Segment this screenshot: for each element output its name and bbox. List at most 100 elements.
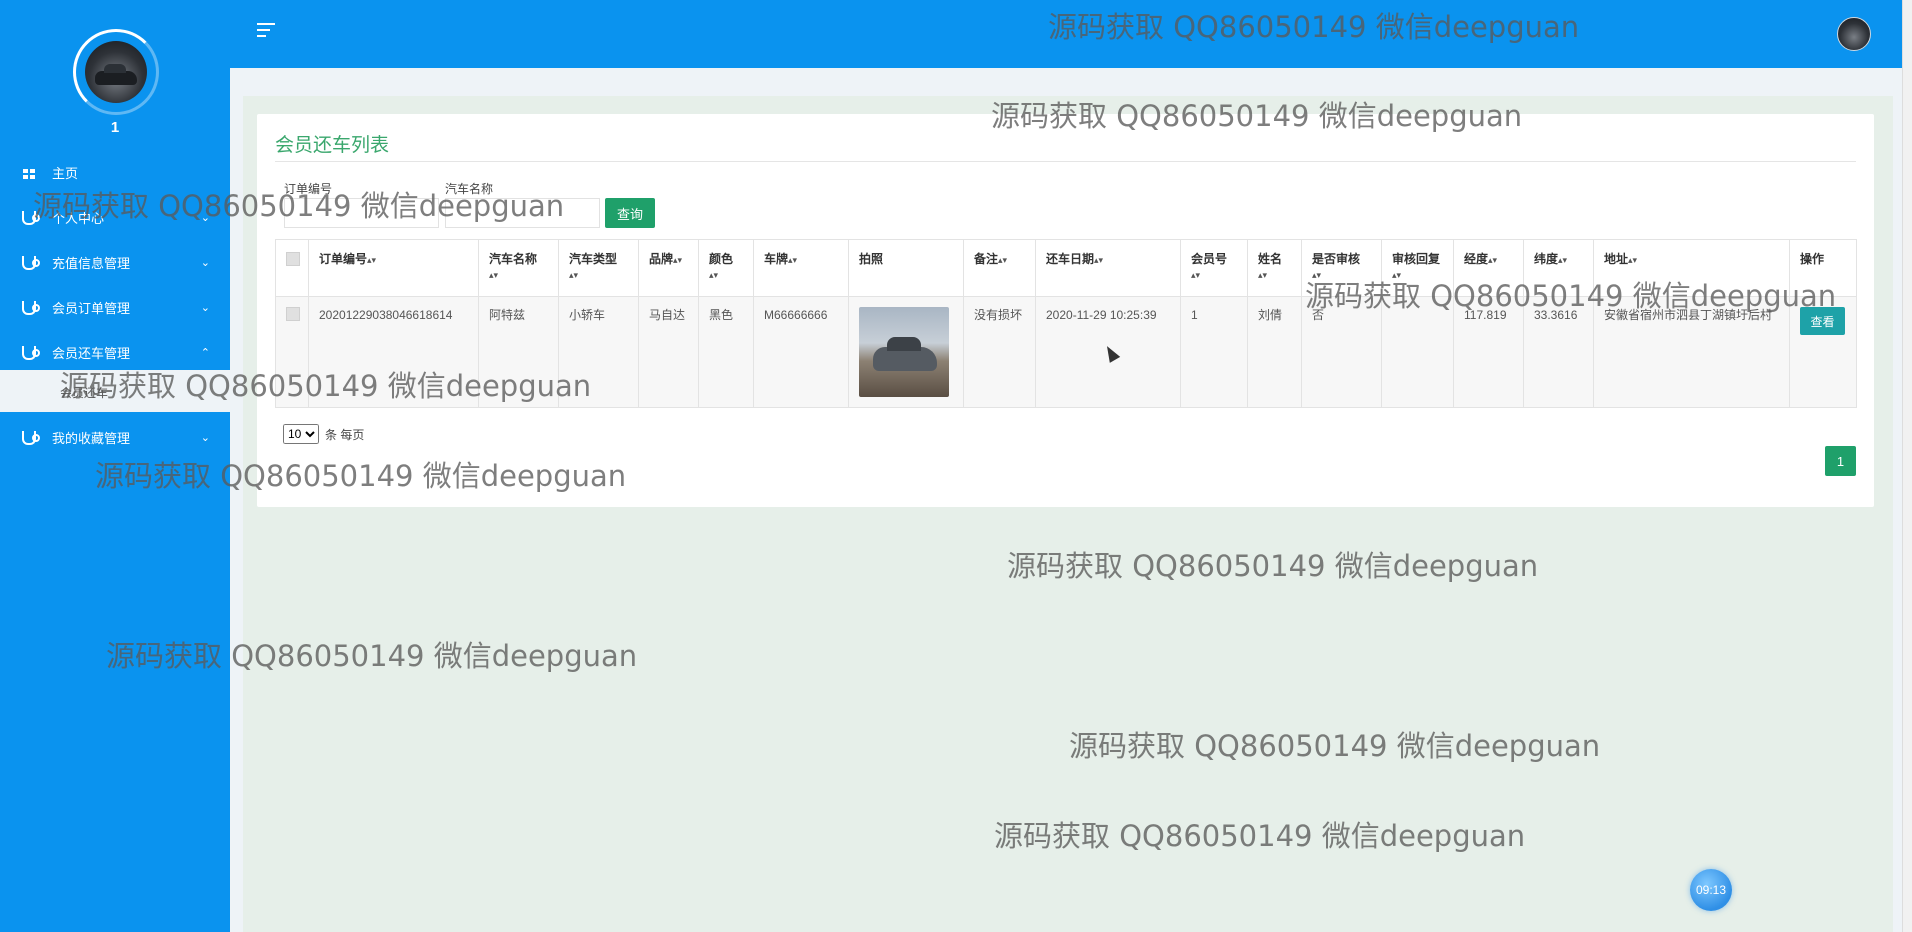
row-checkbox[interactable] xyxy=(286,307,300,321)
select-all-cell xyxy=(275,239,309,297)
car-return-table: 订单编号▴▾ 汽车名称 ▴▾ 汽车类型 ▴▾ 品牌▴▾ 颜色 ▴▾ 车牌▴▾ 拍照 备… xyxy=(275,239,1857,408)
col-header[interactable]: 汽车名称 ▴▾ xyxy=(478,239,559,297)
col-header[interactable]: 纬度▴▾ xyxy=(1523,239,1594,297)
clock-badge[interactable]: 09:13 xyxy=(1690,869,1732,911)
cell-audited: 否 xyxy=(1301,296,1382,408)
sidebar-item-label: 个人中心 xyxy=(52,211,105,226)
stethoscope-icon xyxy=(22,300,40,315)
cell-audit-reply xyxy=(1381,296,1454,408)
row-select-cell xyxy=(275,296,309,408)
cell-brand: 马自达 xyxy=(638,296,699,408)
sidebar-item-personal-center[interactable]: 个人中心 ⌄ xyxy=(0,195,230,240)
sort-icon: ▴▾ xyxy=(709,270,719,280)
chevron-down-icon: ⌄ xyxy=(200,212,210,224)
sidebar-item-car-return[interactable]: 会员还车管理 ⌃ xyxy=(0,330,230,375)
table-row: 20201229038046618614 阿特兹 小轿车 马自达 黑色 M666… xyxy=(275,296,1857,408)
cell-action: 查看 xyxy=(1789,296,1857,408)
sidebar-item-label: 我的收藏管理 xyxy=(52,431,131,446)
cell-address: 安徽省宿州市泗县丁湖镇圩后村 xyxy=(1593,296,1790,408)
cell-remark: 没有损坏 xyxy=(963,296,1036,408)
col-header[interactable]: 备注▴▾ xyxy=(963,239,1036,297)
col-header[interactable]: 汽车类型 ▴▾ xyxy=(558,239,639,297)
sidebar-subitem-car-return[interactable]: 会员还车 xyxy=(0,370,230,412)
stethoscope-icon xyxy=(22,345,40,360)
col-header[interactable]: 审核回复 ▴▾ xyxy=(1381,239,1454,297)
page-size-suffix: 条 每页 xyxy=(325,427,365,442)
sort-icon: ▴▾ xyxy=(1488,255,1498,265)
sidebar-subitem-label: 会员还车 xyxy=(60,386,109,400)
sidebar-item-orders[interactable]: 会员订单管理 ⌄ xyxy=(0,285,230,330)
stethoscope-icon xyxy=(22,255,40,270)
chevron-up-icon: ⌃ xyxy=(200,347,210,359)
user-number: 1 xyxy=(110,119,120,136)
sort-icon: ▴▾ xyxy=(367,255,377,265)
order-no-input[interactable] xyxy=(284,198,439,228)
stethoscope-icon xyxy=(22,210,40,225)
col-header[interactable]: 订单编号▴▾ xyxy=(308,239,479,297)
sort-icon: ▴▾ xyxy=(673,255,683,265)
sort-icon: ▴▾ xyxy=(1191,270,1201,280)
col-header[interactable]: 品牌▴▾ xyxy=(638,239,699,297)
sidebar-item-label: 会员订单管理 xyxy=(52,301,131,316)
cell-photo xyxy=(848,296,964,408)
col-header[interactable]: 姓名 ▴▾ xyxy=(1247,239,1302,297)
car-name-input[interactable] xyxy=(445,198,600,228)
col-header: 操作 xyxy=(1789,239,1857,297)
sort-icon: ▴▾ xyxy=(998,255,1008,265)
table-header-row: 订单编号▴▾ 汽车名称 ▴▾ 汽车类型 ▴▾ 品牌▴▾ 颜色 ▴▾ 车牌▴▾ 拍照 备… xyxy=(275,239,1857,297)
sort-icon: ▴▾ xyxy=(569,270,579,280)
avatar[interactable] xyxy=(85,41,147,103)
sort-icon: ▴▾ xyxy=(788,255,798,265)
sidebar-item-favorites[interactable]: 我的收藏管理 ⌄ xyxy=(0,415,230,460)
sidebar-item-label: 主页 xyxy=(52,166,79,181)
sidebar: 1 主页 个人中心 ⌄ 充值信息管理 ⌄ 会员订单管理 ⌄ 会员还车管理 ⌃ 会… xyxy=(0,0,230,932)
sidebar-item-home[interactable]: 主页 xyxy=(0,150,230,195)
select-all-checkbox[interactable] xyxy=(286,252,300,266)
col-header[interactable]: 是否审核 ▴▾ xyxy=(1301,239,1382,297)
col-header[interactable]: 颜色 ▴▾ xyxy=(698,239,754,297)
cell-order-no: 20201229038046618614 xyxy=(308,296,479,408)
dashboard-icon xyxy=(22,166,36,180)
col-header[interactable]: 还车日期▴▾ xyxy=(1035,239,1181,297)
sidebar-nav: 主页 个人中心 ⌄ 充值信息管理 ⌄ 会员订单管理 ⌄ 会员还车管理 ⌃ xyxy=(0,150,230,375)
car-photo[interactable] xyxy=(859,307,949,397)
top-header xyxy=(230,0,1902,68)
sidebar-item-label: 充值信息管理 xyxy=(52,256,131,271)
view-button[interactable]: 查看 xyxy=(1800,307,1845,335)
col-header[interactable]: 经度▴▾ xyxy=(1453,239,1524,297)
cell-member-no: 1 xyxy=(1180,296,1248,408)
cell-car-type: 小轿车 xyxy=(558,296,639,408)
chevron-down-icon: ⌄ xyxy=(200,432,210,444)
page-title: 会员还车列表 xyxy=(275,135,390,156)
chevron-down-icon: ⌄ xyxy=(200,302,210,314)
chevron-down-icon: ⌄ xyxy=(200,257,210,269)
car-name-label: 汽车名称 xyxy=(445,182,494,196)
sidebar-item-label: 会员还车管理 xyxy=(52,346,131,361)
col-header[interactable]: 会员号 ▴▾ xyxy=(1180,239,1248,297)
cell-car-name: 阿特兹 xyxy=(478,296,559,408)
divider xyxy=(275,161,1856,162)
col-header[interactable]: 地址▴▾ xyxy=(1593,239,1790,297)
col-header: 拍照 xyxy=(848,239,964,297)
cell-plate: M66666666 xyxy=(753,296,849,408)
sort-icon: ▴▾ xyxy=(1392,270,1402,280)
sidebar-item-recharge[interactable]: 充值信息管理 ⌄ xyxy=(0,240,230,285)
sidebar-avatar-ring xyxy=(73,29,159,115)
order-no-label: 订单编号 xyxy=(284,182,333,196)
cell-latitude: 33.3616 xyxy=(1523,296,1594,408)
page-button-current[interactable]: 1 xyxy=(1825,446,1856,476)
cell-name: 刘倩 xyxy=(1247,296,1302,408)
page-size-control: 10 条 每页 xyxy=(283,424,364,444)
sidebar-nav-lower: 我的收藏管理 ⌄ xyxy=(0,415,230,460)
query-button[interactable]: 查询 xyxy=(605,198,655,228)
cell-longitude: 117.819 xyxy=(1453,296,1524,408)
sort-icon: ▴▾ xyxy=(489,270,499,280)
sort-icon: ▴▾ xyxy=(1094,255,1104,265)
page-size-select[interactable]: 10 xyxy=(283,424,319,444)
user-avatar-icon[interactable] xyxy=(1837,17,1871,51)
scrollbar[interactable] xyxy=(1902,0,1912,932)
sort-icon: ▴▾ xyxy=(1258,270,1268,280)
sort-icon: ▴▾ xyxy=(1628,255,1638,265)
col-header[interactable]: 车牌▴▾ xyxy=(753,239,849,297)
hamburger-icon[interactable] xyxy=(257,23,275,39)
